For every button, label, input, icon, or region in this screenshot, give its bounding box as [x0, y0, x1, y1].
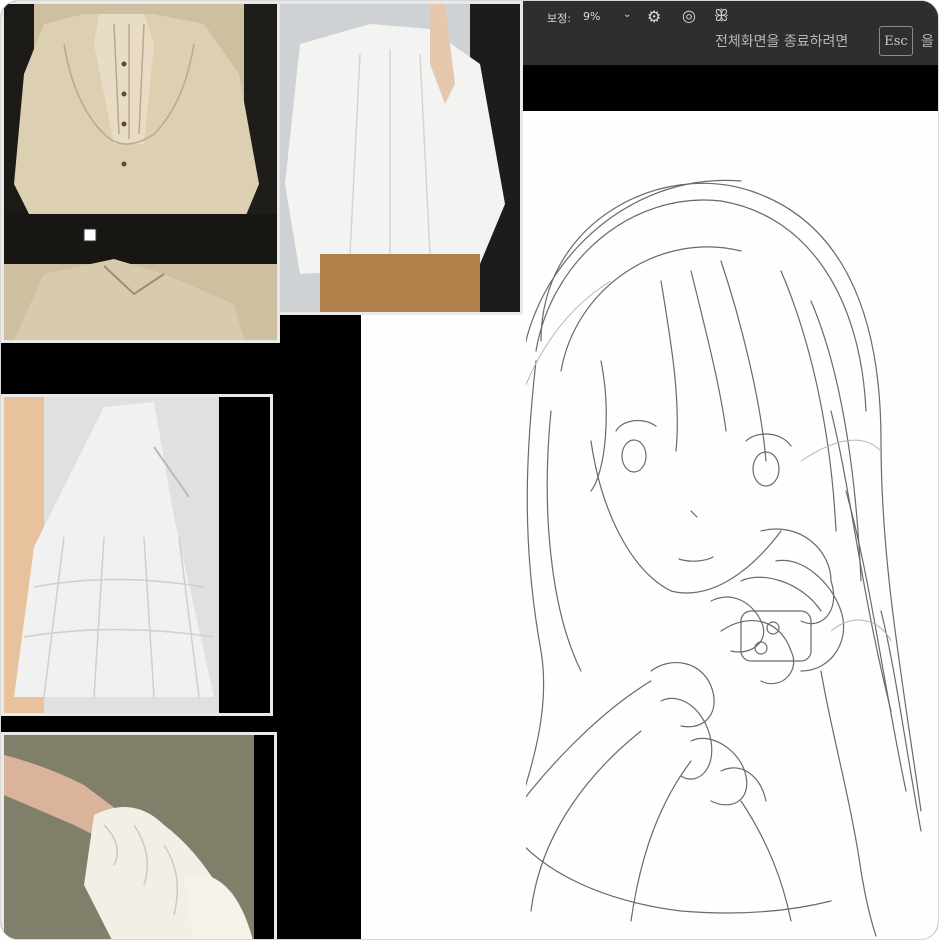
stabilizer-label: 보정:	[547, 12, 571, 25]
settings-gear-icon[interactable]: ⚙	[647, 7, 661, 26]
dropdown-chevron-icon[interactable]: ⌄	[623, 9, 631, 20]
drawing-app-window: ✎ 보정: 9% ⌄ ⚙ ◎ ꕥ 전체화면을 종료하려면 Esc 을	[0, 0, 939, 940]
ref-white-dress	[1, 394, 273, 716]
canvas-left-area[interactable]	[361, 301, 526, 939]
stabilizer-value[interactable]: 9%	[583, 10, 600, 23]
ref-ruffled-cuff	[1, 732, 277, 939]
ref-white-blouse	[277, 1, 523, 315]
butterfly-icon[interactable]: ꕥ	[714, 6, 729, 26]
fullscreen-exit-hint: 전체화면을 종료하려면	[715, 34, 849, 50]
toolbar-gap	[506, 65, 938, 111]
pen-target-icon[interactable]: ◎	[682, 6, 696, 25]
esc-key-badge[interactable]: Esc	[879, 26, 913, 56]
ref-ruffled-blouse	[1, 1, 280, 343]
hint-trailing-text: 을	[921, 34, 934, 50]
